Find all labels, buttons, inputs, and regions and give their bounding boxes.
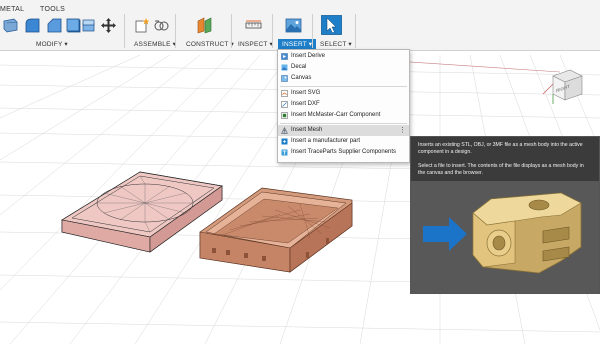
insert-arrow-icon [423, 217, 467, 251]
modify-menu[interactable]: MODIFY ▾ [36, 40, 68, 48]
toolbar-divider [355, 14, 356, 48]
menu-item-insert-derive[interactable]: Insert Derive [278, 51, 409, 62]
toolbar-divider [175, 14, 176, 48]
manufacturer-part-icon [281, 138, 288, 145]
chamfer-icon[interactable] [46, 17, 63, 34]
menu-item-decal[interactable]: Decal [278, 62, 409, 73]
tooltip-description: Inserts an existing STL, OBJ, or 3MF fil… [418, 142, 583, 155]
dxf-icon [281, 101, 288, 108]
tab-tools[interactable]: TOOLS [40, 6, 65, 13]
traceparts-icon [281, 149, 288, 156]
fillet-icon[interactable] [24, 17, 41, 34]
canvas-icon [281, 75, 288, 82]
move-icon[interactable] [100, 17, 117, 34]
tooltip-instructions: Select a file to insert. The contents of… [418, 163, 584, 176]
assemble-menu[interactable]: ASSEMBLE ▾ [134, 40, 176, 48]
tooltip-preview-image [411, 181, 599, 293]
combine-icon[interactable] [80, 17, 97, 34]
mesh-body-tray[interactable] [199, 187, 353, 273]
select-icon[interactable] [321, 15, 342, 35]
insert-menu[interactable]: INSERT ▾ [278, 39, 317, 49]
derive-icon [281, 53, 288, 60]
menu-item-canvas[interactable]: Canvas [278, 73, 409, 84]
menu-item-insert-dxf[interactable]: Insert DXF [278, 99, 409, 110]
decal-icon [281, 64, 288, 71]
measure-icon[interactable] [245, 17, 262, 34]
toolbar-divider [124, 14, 125, 48]
toolbar-divider [312, 14, 313, 48]
menu-item-insert-svg[interactable]: Insert SVG [278, 88, 409, 99]
mesh-body-lid[interactable] [61, 171, 223, 253]
menu-item-mcmaster-carr[interactable]: Insert McMaster-Carr Component [278, 110, 409, 121]
mesh-part-preview [472, 192, 582, 274]
mcmaster-icon [281, 112, 288, 119]
inspect-menu[interactable]: INSPECT ▾ [238, 40, 273, 48]
insert-dropdown-menu: Insert Derive Decal Canvas Insert SVG In… [277, 49, 410, 163]
menu-item-traceparts[interactable]: Insert TraceParts Supplier Components [278, 147, 409, 158]
more-options-icon[interactable]: ⋮ [399, 126, 406, 134]
offset-plane-icon[interactable] [196, 17, 213, 34]
insert-mesh-tooltip: Inserts an existing STL, OBJ, or 3MF fil… [410, 136, 600, 294]
insert-image-icon[interactable] [285, 17, 302, 34]
toolbar-divider [272, 14, 273, 48]
construct-menu[interactable]: CONSTRUCT ▾ [186, 40, 234, 48]
press-pull-icon[interactable] [2, 17, 19, 34]
new-component-icon[interactable] [134, 17, 151, 34]
menu-separator [280, 123, 407, 124]
toolbar: METAL TOOLS MODIFY ▾ ASSEMBLE ▾ CONSTRUC [0, 0, 600, 51]
svg-icon [281, 90, 288, 97]
menu-item-manufacturer-part[interactable]: Insert a manufacturer part [278, 136, 409, 147]
menu-separator [280, 86, 407, 87]
toolbar-divider [231, 14, 232, 48]
mesh-icon [281, 127, 288, 134]
menu-item-insert-mesh[interactable]: Insert Mesh ⋮ [278, 125, 409, 136]
select-menu[interactable]: SELECT ▾ [320, 40, 352, 48]
tab-sheet-metal[interactable]: METAL [0, 6, 24, 13]
joint-icon[interactable] [153, 17, 170, 34]
